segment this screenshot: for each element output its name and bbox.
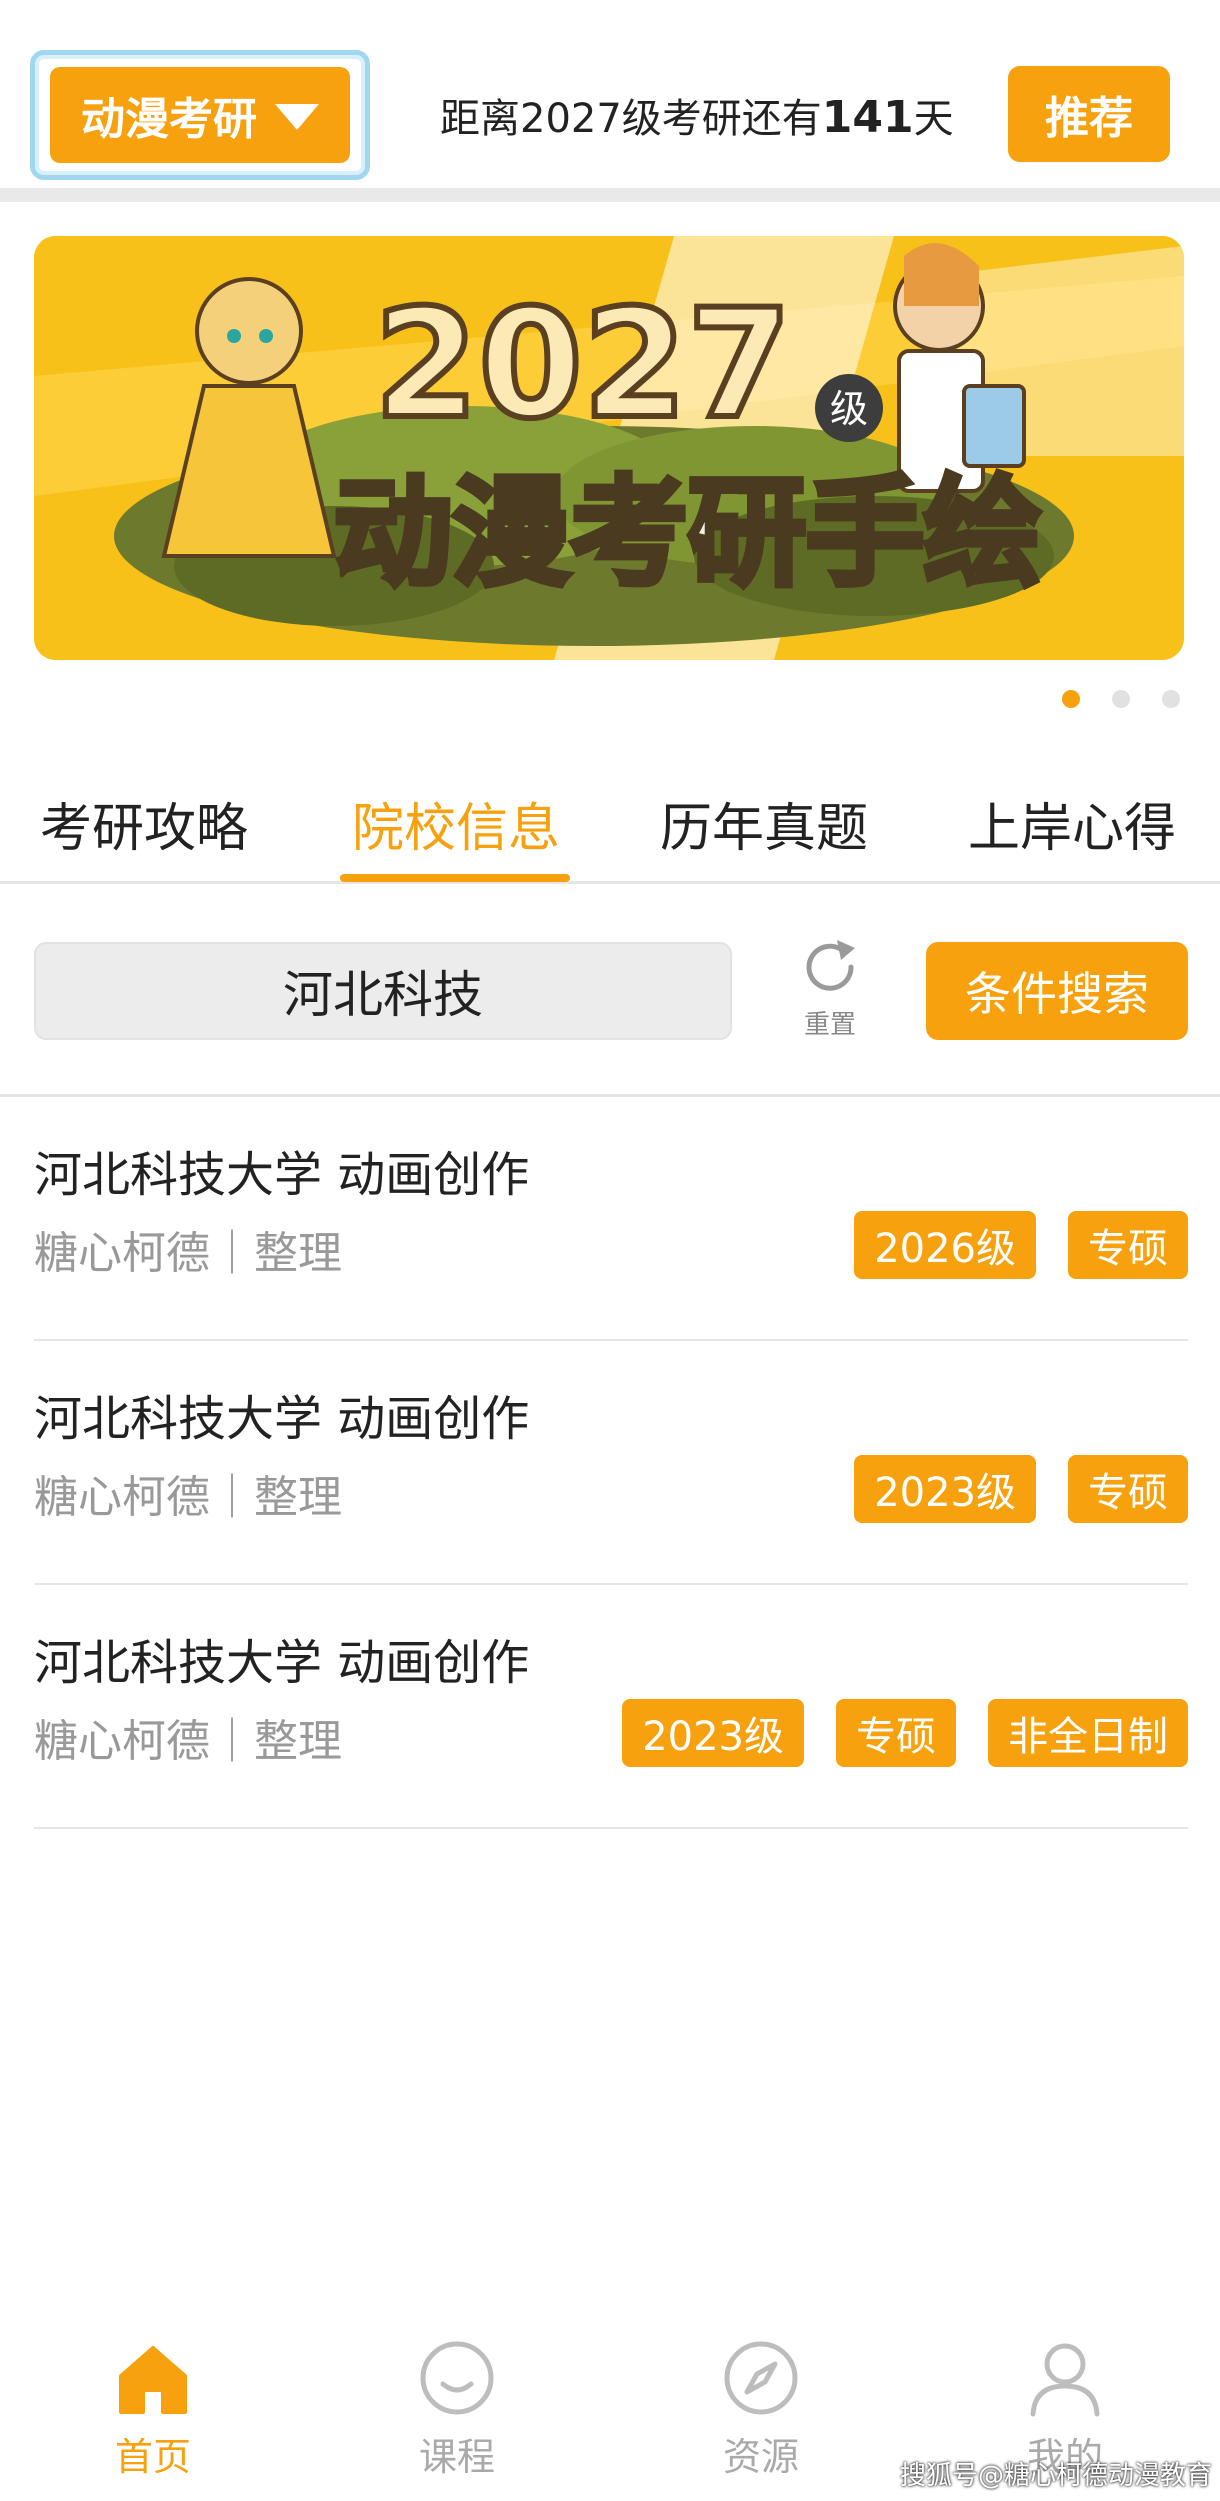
nav-home[interactable]: 首页 — [78, 2338, 228, 2481]
exam-type-selector[interactable]: 动漫考研 — [30, 50, 370, 180]
school-search-input[interactable]: 河北科技 — [34, 942, 732, 1040]
tab-school-info[interactable]: 院校信息 — [352, 786, 560, 861]
banner-pagination — [1062, 690, 1180, 708]
item-tags: 2026级 专硕 — [854, 1211, 1188, 1279]
reset-label: 重置 — [803, 1010, 856, 1040]
countdown-prefix: 距离2027级考研还有 — [440, 96, 822, 142]
chevron-down-icon — [275, 104, 319, 130]
item-author: 糖心柯德｜整理 — [34, 1472, 342, 1523]
svg-text:动漫考研手绘: 动漫考研手绘 — [334, 464, 1042, 602]
item-author: 糖心柯德｜整理 — [34, 1228, 342, 1279]
tab-success-stories[interactable]: 上岸心得 — [968, 786, 1176, 861]
reset-button[interactable]: 重置 — [790, 934, 870, 1054]
grade-tag: 2026级 — [854, 1211, 1036, 1279]
school-list: 河北科技大学 动画创作 糖心柯德｜整理 2026级 专硕 河北科技大学 动画创作… — [0, 1097, 1220, 1829]
item-tags: 2023级 专硕 — [854, 1455, 1188, 1523]
nav-label: 资源 — [722, 2435, 799, 2479]
pagination-dot[interactable] — [1162, 690, 1180, 708]
grade-tag: 2023级 — [622, 1699, 804, 1767]
exam-countdown: 距离2027级考研还有141天 — [440, 86, 954, 144]
banner-illustration: 2027 级 动漫考研手绘 — [34, 236, 1184, 660]
item-title: 河北科技大学 动画创作 — [34, 1147, 530, 1203]
list-item[interactable]: 河北科技大学 动画创作 糖心柯德｜整理 2026级 专硕 — [0, 1097, 1220, 1341]
header-divider — [0, 188, 1220, 202]
exam-type-selector-inner[interactable]: 动漫考研 — [50, 67, 350, 163]
countdown-suffix: 天 — [913, 96, 954, 142]
item-divider — [34, 1827, 1188, 1829]
compass-icon — [724, 2341, 798, 2415]
degree-type-tag: 专硕 — [836, 1699, 956, 1767]
grade-tag: 2023级 — [854, 1455, 1036, 1523]
nav-label: 首页 — [114, 2435, 191, 2479]
pagination-dot[interactable] — [1062, 690, 1080, 708]
user-icon — [1030, 2343, 1100, 2417]
condition-search-button[interactable]: 条件搜索 — [926, 942, 1188, 1040]
home-icon — [119, 2346, 187, 2414]
item-title: 河北科技大学 动画创作 — [34, 1391, 530, 1447]
list-item[interactable]: 河北科技大学 动画创作 糖心柯德｜整理 2023级 专硕 — [0, 1341, 1220, 1585]
active-tab-indicator — [340, 874, 570, 882]
top-header: 动漫考研 距离2027级考研还有141天 推荐 — [0, 0, 1220, 190]
promo-banner[interactable]: 2027 级 动漫考研手绘 — [34, 236, 1184, 660]
smile-icon — [420, 2341, 494, 2415]
part-time-tag: 非全日制 — [988, 1699, 1188, 1767]
svg-text:2027: 2027 — [374, 278, 791, 452]
degree-type-tag: 专硕 — [1068, 1455, 1188, 1523]
refresh-icon — [806, 940, 855, 991]
item-title: 河北科技大学 动画创作 — [34, 1635, 530, 1691]
list-item[interactable]: 河北科技大学 动画创作 糖心柯德｜整理 2023级 专硕 非全日制 — [0, 1585, 1220, 1829]
banner-grade-text: 级 — [830, 387, 868, 431]
nav-label: 课程 — [418, 2435, 495, 2479]
nav-courses[interactable]: 课程 — [382, 2338, 532, 2481]
item-tags: 2023级 专硕 非全日制 — [622, 1699, 1188, 1767]
exam-type-label: 动漫考研 — [81, 94, 257, 145]
degree-type-tag: 专硕 — [1068, 1211, 1188, 1279]
category-tabs: 考研攻略 院校信息 历年真题 上岸心得 — [0, 760, 1220, 884]
recommend-button[interactable]: 推荐 — [1008, 66, 1170, 162]
item-author: 糖心柯德｜整理 — [34, 1716, 342, 1767]
tab-exam-strategy[interactable]: 考研攻略 — [40, 786, 248, 861]
source-watermark: 搜狐号@糖心柯德动漫教育 — [900, 2461, 1213, 2491]
pagination-dot[interactable] — [1112, 690, 1130, 708]
nav-resources[interactable]: 资源 — [686, 2338, 836, 2481]
countdown-days: 141 — [821, 92, 914, 143]
tab-past-papers[interactable]: 历年真题 — [660, 786, 868, 861]
